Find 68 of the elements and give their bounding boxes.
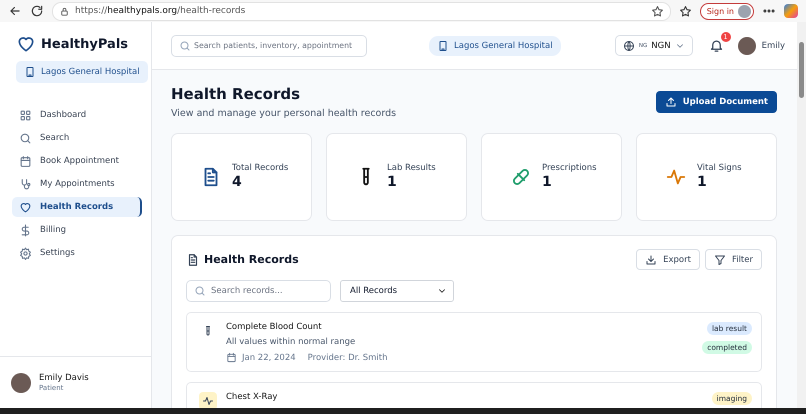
assistant-icon[interactable]	[784, 4, 798, 18]
stat-value: 1	[387, 174, 398, 190]
nav-icon	[19, 132, 32, 144]
stat-label: Total Records	[232, 162, 288, 172]
stat-label: Lab Results	[387, 162, 436, 172]
upload-button[interactable]: Upload Document	[656, 91, 777, 113]
nav-item[interactable]: Book Appointment	[12, 151, 142, 171]
calendar-icon	[226, 352, 237, 363]
filter-icon	[714, 254, 726, 266]
nav-icon	[19, 246, 32, 260]
record-description: All values within normal range	[226, 337, 356, 347]
nav-item[interactable]: Dashboard	[12, 105, 142, 125]
nav-item[interactable]: My Appointments	[12, 174, 142, 194]
favorites-icon[interactable]	[678, 4, 692, 18]
records-dropdown[interactable]: All Records	[340, 280, 454, 302]
record-date: Jan 22, 2024	[242, 352, 296, 362]
back-icon[interactable]	[8, 4, 22, 18]
stat-value: 1	[542, 174, 553, 190]
nav-icon	[19, 224, 32, 236]
nav-icon	[19, 200, 32, 214]
avatar	[11, 372, 31, 392]
star-icon[interactable]	[650, 4, 664, 18]
user-name: Emily	[762, 40, 785, 50]
heart-icon	[16, 34, 36, 54]
scrollbar[interactable]	[797, 22, 806, 408]
lock-icon	[59, 6, 70, 16]
avatar[interactable]	[738, 36, 756, 54]
nav-icon	[19, 178, 32, 190]
page-subtitle: View and manage your personal health records	[171, 108, 396, 119]
page-title: Health Records	[171, 85, 302, 103]
nav-item[interactable]: Health Records	[12, 197, 142, 217]
record-provider: Provider: Dr. Smith	[308, 352, 388, 362]
nav-item[interactable]: Settings	[12, 243, 142, 263]
nav-icon	[19, 108, 32, 122]
scroll-thumb[interactable]	[799, 42, 804, 98]
globe-icon	[622, 40, 635, 52]
search-icon	[194, 285, 206, 297]
bell-icon[interactable]	[708, 38, 724, 53]
stat-value: 1	[697, 174, 708, 190]
address-bar[interactable]: https://healthypals.org/health-records	[52, 2, 671, 20]
url-text: https://healthypals.org/health-records	[75, 6, 246, 16]
sign-in-button[interactable]: Sign in	[700, 2, 754, 20]
nav-item[interactable]: Search	[12, 128, 142, 148]
hospital-name: Lagos General Hospital	[41, 67, 140, 77]
brand-name: HealthyPals	[41, 36, 128, 52]
document-icon	[186, 252, 200, 266]
nav-icon	[19, 154, 32, 168]
hospital-name: Lagos General Hospital	[454, 40, 553, 50]
stat-value: 4	[232, 174, 243, 190]
export-button[interactable]: Export	[636, 249, 700, 270]
download-icon	[645, 254, 658, 266]
pill-icon	[510, 166, 532, 188]
building-icon	[24, 66, 36, 78]
pulse-icon	[202, 395, 214, 407]
stat-label: Prescriptions	[542, 162, 597, 172]
avatar-icon	[738, 4, 751, 18]
filter-button[interactable]: Filter	[704, 249, 762, 270]
reload-icon[interactable]	[30, 4, 44, 18]
building-icon	[437, 40, 449, 52]
search-field[interactable]: Search records...	[186, 280, 331, 302]
stat-label: Vital Signs	[697, 162, 742, 172]
panel-title: Health Records	[204, 253, 299, 266]
user-name: Emily Davis	[39, 373, 89, 383]
record-title: Chest X-Ray	[226, 392, 278, 402]
nav-item[interactable]: Billing	[12, 220, 142, 240]
search-icon	[179, 40, 191, 52]
upload-icon	[664, 96, 677, 108]
record-title: Complete Blood Count	[226, 322, 323, 332]
